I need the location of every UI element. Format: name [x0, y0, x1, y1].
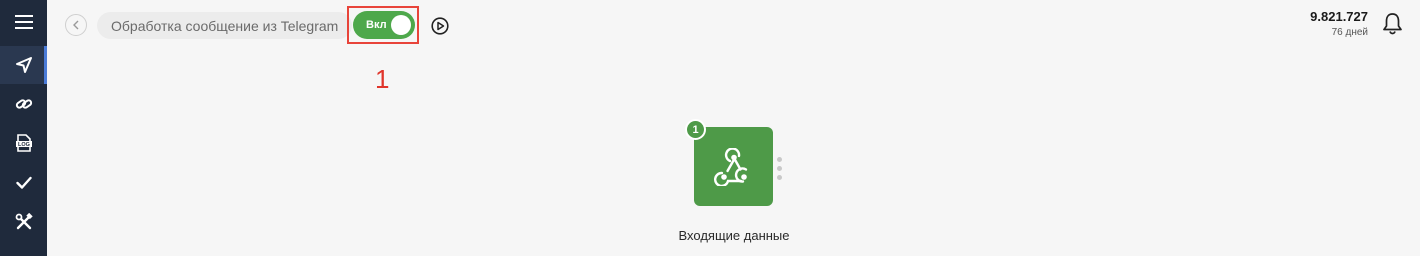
webhook-icon — [713, 147, 747, 186]
balance-amount: 9.821.727 — [1310, 9, 1368, 24]
incoming-data-node[interactable] — [694, 127, 773, 206]
sidebar-item-tools[interactable] — [0, 203, 47, 241]
annotation-number: 1 — [375, 64, 390, 94]
link-icon — [15, 99, 32, 109]
node-label: Входящие данные — [678, 228, 790, 243]
sidebar-item-scenarios[interactable] — [0, 46, 47, 84]
node-drag-handle[interactable] — [777, 157, 783, 181]
sidebar-item-tasks[interactable] — [0, 164, 47, 202]
sidebar: LOG — [0, 0, 47, 256]
log-file-icon: LOG — [15, 134, 32, 152]
hamburger-menu-icon — [14, 15, 33, 29]
sidebar-item-logs[interactable]: LOG — [0, 124, 47, 162]
scenario-title[interactable]: Обработка сообщение из Telegram — [97, 12, 353, 39]
balance-days: 76 дней — [1331, 27, 1368, 38]
scenario-enable-toggle[interactable]: Вкл — [353, 11, 415, 39]
tools-icon — [15, 213, 33, 230]
back-button[interactable] — [65, 14, 87, 36]
bell-icon[interactable] — [1382, 12, 1403, 35]
play-circle-icon[interactable] — [431, 17, 449, 35]
checkmark-icon — [15, 176, 32, 189]
menu-button[interactable] — [0, 3, 47, 41]
svg-text:LOG: LOG — [18, 142, 30, 148]
toggle-knob — [391, 15, 411, 35]
send-plane-icon — [15, 57, 32, 73]
sidebar-item-connections[interactable] — [0, 85, 47, 123]
chevron-left-icon — [73, 20, 79, 30]
node-number-badge: 1 — [685, 119, 706, 140]
toggle-label: Вкл — [366, 19, 387, 31]
account-balance: 9.821.727 76 дней — [1310, 9, 1368, 40]
